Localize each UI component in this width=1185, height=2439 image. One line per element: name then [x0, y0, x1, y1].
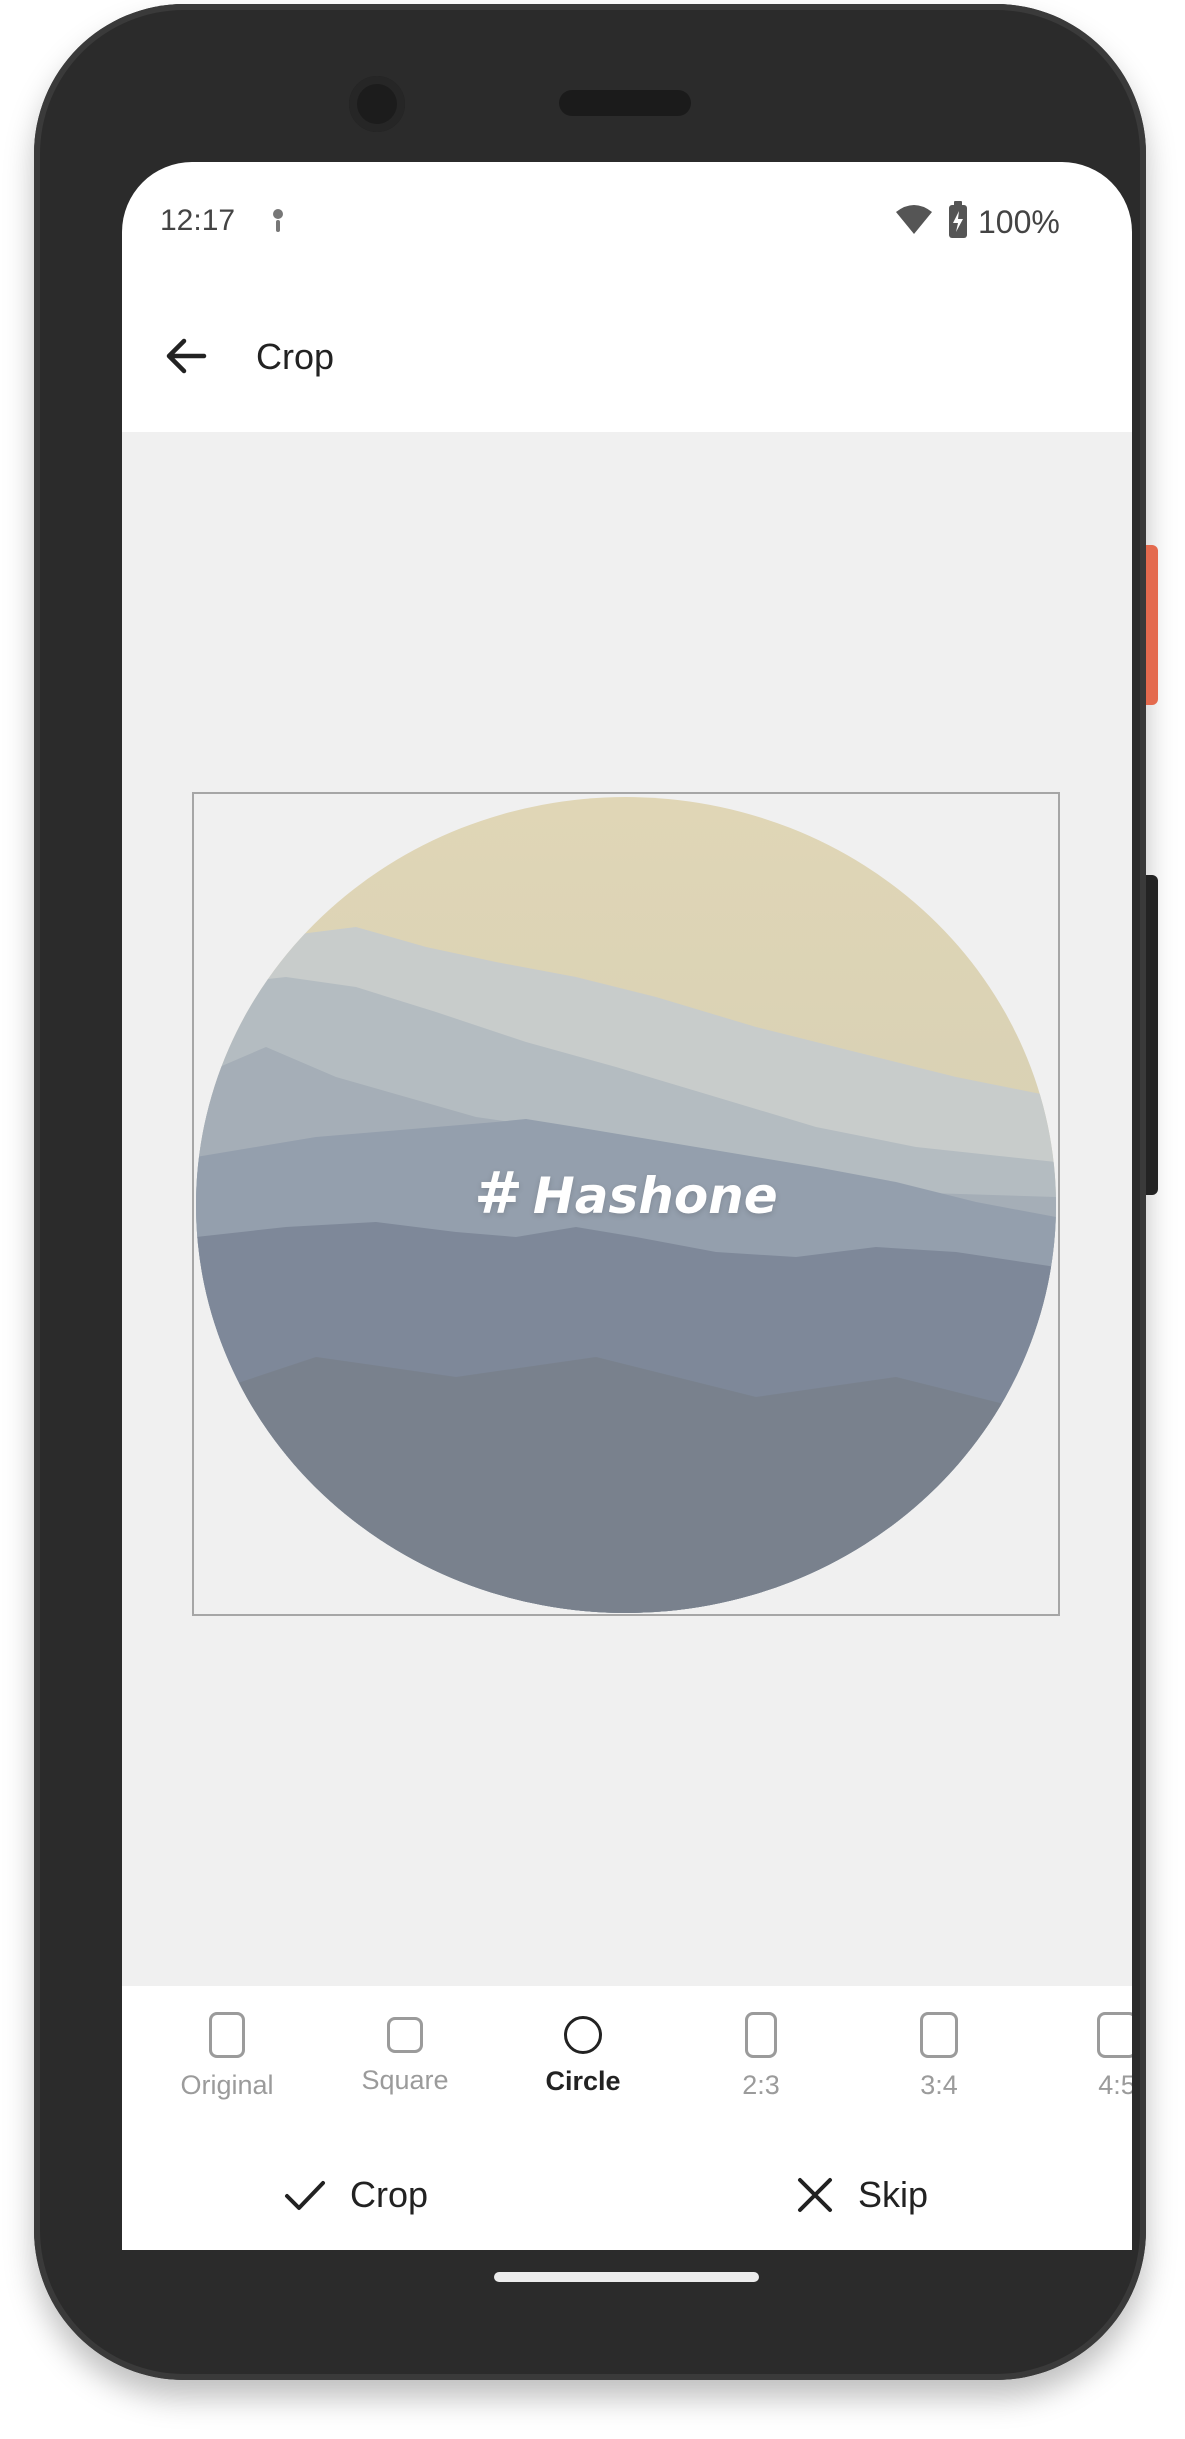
battery-percent: 100%	[978, 204, 1060, 240]
app-bar: Crop	[122, 282, 1132, 432]
action-bar: Crop Skip	[122, 2146, 1132, 2250]
notification-icon	[273, 209, 283, 232]
battery-icon	[949, 201, 967, 238]
crop-button[interactable]: Crop	[282, 2160, 428, 2230]
power-button	[1146, 545, 1158, 705]
watermark-text: Hashone	[532, 1167, 778, 1225]
ratio-circle-icon	[564, 2016, 602, 2054]
ratio-4-5[interactable]: 4:5	[1052, 2012, 1132, 2101]
hash-logo-icon: #	[474, 1159, 523, 1227]
watermark-logo: # Hashone	[196, 1159, 1056, 1227]
home-gesture-bar[interactable]	[494, 2272, 759, 2282]
status-bar: 12:17 100%	[122, 162, 1132, 282]
ratio-circle-label: Circle	[545, 2066, 621, 2096]
screen: 12:17 100% Crop # Hashone Original Squar…	[122, 162, 1132, 2250]
ratio-2-3[interactable]: 2:3	[696, 2012, 826, 2101]
front-camera	[349, 76, 405, 132]
volume-button	[1146, 875, 1158, 1195]
ratio-2-3-icon	[745, 2012, 777, 2058]
crop-canvas: # Hashone	[122, 432, 1132, 1986]
skip-button-label: Skip	[858, 2174, 929, 2215]
ratio-4-5-label: 4:5	[1098, 2070, 1132, 2100]
close-icon	[798, 2178, 832, 2212]
ratio-square-label: Square	[361, 2065, 449, 2095]
ratio-3-4-icon	[920, 2012, 958, 2058]
ratio-4-5-icon	[1097, 2012, 1132, 2058]
page-title: Crop	[256, 336, 335, 377]
ratio-original-icon	[209, 2012, 245, 2058]
ratio-3-4[interactable]: 3:4	[874, 2012, 1004, 2101]
ratio-square[interactable]: Square	[340, 2012, 470, 2096]
earpiece-speaker	[559, 90, 691, 116]
back-arrow-icon[interactable]	[160, 330, 212, 382]
ratio-original-label: Original	[180, 2070, 274, 2100]
ratio-square-icon	[387, 2017, 423, 2053]
ratio-original[interactable]: Original	[162, 2012, 292, 2101]
phone-frame: 12:17 100% Crop # Hashone Original Squar…	[34, 4, 1146, 2380]
skip-button[interactable]: Skip	[794, 2160, 928, 2230]
ratio-2-3-label: 2:3	[742, 2070, 780, 2100]
check-icon	[285, 2181, 325, 2210]
crop-button-label: Crop	[350, 2174, 429, 2215]
cropped-image[interactable]: # Hashone	[196, 797, 1056, 1613]
ratio-3-4-label: 3:4	[920, 2070, 958, 2100]
wifi-icon	[896, 205, 932, 234]
ratio-circle[interactable]: Circle	[518, 2012, 648, 2097]
status-time: 12:17	[160, 204, 236, 237]
aspect-ratio-bar: Original Square Circle 2:3 3:4 4:5	[122, 1986, 1132, 2146]
